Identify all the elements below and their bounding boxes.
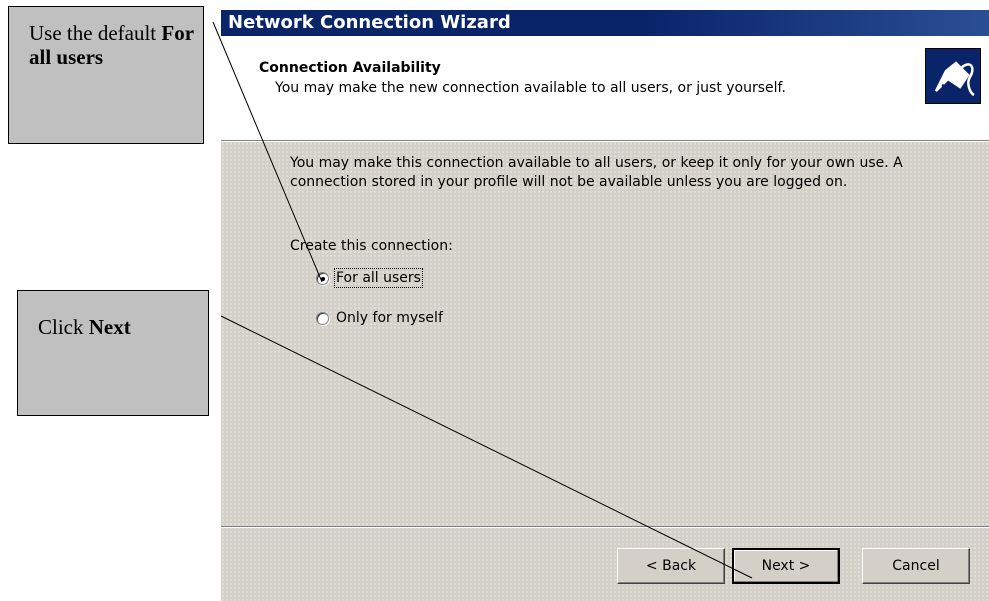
header-divider-highlight bbox=[221, 141, 989, 142]
header-title: Connection Availability bbox=[259, 60, 441, 76]
radio-button-unselected[interactable] bbox=[316, 311, 329, 325]
dialog-title-bar[interactable]: Network Connection Wizard bbox=[221, 10, 989, 36]
callout-click-next-bold: Next bbox=[88, 315, 131, 339]
radio-button-selected[interactable] bbox=[316, 271, 329, 285]
radio-for-all-users[interactable]: For all users bbox=[316, 268, 423, 288]
radio-for-all-users-label[interactable]: For all users bbox=[334, 268, 423, 288]
create-connection-label: Create this connection: bbox=[290, 238, 453, 254]
callout-use-default: Use the default For all users bbox=[8, 6, 204, 144]
footer-divider-highlight bbox=[221, 527, 989, 528]
callout-click-next-text: Click bbox=[38, 315, 89, 339]
dialog-title: Network Connection Wizard bbox=[228, 12, 511, 33]
radio-only-for-myself-label[interactable]: Only for myself bbox=[336, 310, 443, 326]
header-subtitle: You may make the new connection availabl… bbox=[275, 80, 786, 96]
callout-use-default-text: Use the default bbox=[29, 21, 162, 45]
next-button[interactable]: Next > bbox=[732, 548, 840, 584]
intro-text: You may make this connection available t… bbox=[290, 155, 903, 190]
radio-dot bbox=[321, 276, 325, 281]
network-connection-wizard-dialog: Network Connection Wizard Connection Ava… bbox=[221, 10, 989, 601]
back-button[interactable]: < Back bbox=[617, 548, 725, 584]
callout-click-next: Click Next bbox=[17, 290, 209, 416]
wizard-header: Connection Availability You may make the… bbox=[221, 36, 989, 140]
radio-only-for-myself[interactable]: Only for myself bbox=[316, 310, 443, 326]
cancel-button[interactable]: Cancel bbox=[862, 548, 970, 584]
network-cable-icon bbox=[925, 48, 981, 104]
